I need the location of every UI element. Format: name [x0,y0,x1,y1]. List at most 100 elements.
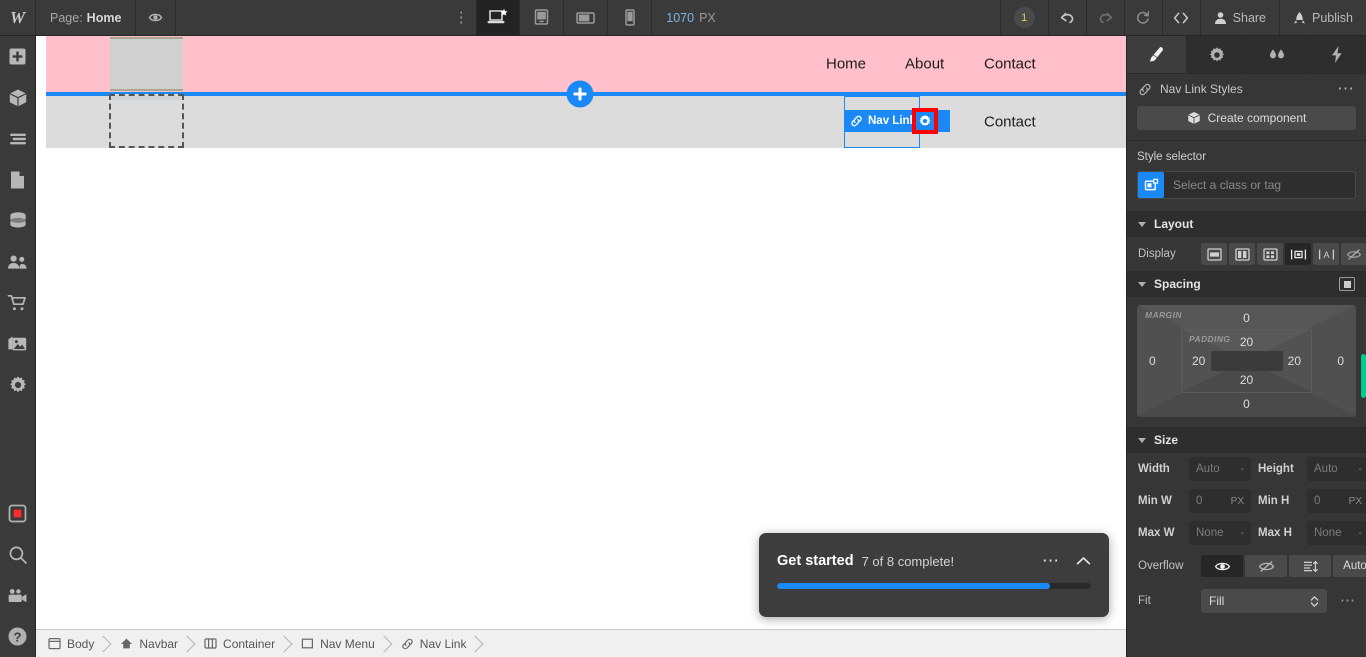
create-component-button[interactable]: Create component [1137,106,1356,130]
mobile-landscape-icon [575,8,596,27]
sidebar-item-settings[interactable] [0,364,36,405]
sidebar-item-cms[interactable] [0,200,36,241]
overflow-hidden-button[interactable] [1245,555,1287,577]
min-width-unit: PX [1230,495,1244,507]
width-input[interactable]: Auto - [1189,457,1251,481]
min-width-label: Min W [1138,495,1172,507]
page-indicator[interactable]: Page: Home [36,0,137,35]
min-height-value: 0 [1314,495,1321,507]
refresh-button[interactable] [1123,0,1162,35]
breakpoint-tablet[interactable] [520,0,565,35]
preview-toggle[interactable] [136,0,177,35]
sidebar-item-record[interactable] [0,493,36,534]
undo-button[interactable] [1047,0,1086,35]
breadcrumb-label-navbar: Navbar [139,636,179,651]
canvas-width-indicator[interactable]: 1070 PX [652,0,730,35]
layers-lines-icon [8,132,28,146]
notification-badge-wrap[interactable]: 1 [999,0,1048,35]
brand-placeholder-dashed[interactable] [109,94,184,148]
display-label: Display [1138,248,1176,260]
breakpoint-mobile-portrait[interactable] [608,0,653,35]
share-button[interactable]: Share [1199,0,1279,35]
webflow-logo[interactable]: W [0,0,36,35]
nav-link-home-top[interactable]: Home [826,56,866,73]
margin-bottom-value[interactable]: 0 [1243,397,1250,411]
sidebar-item-video-tutorials[interactable] [0,575,36,616]
display-inline-block-button[interactable] [1285,243,1311,265]
min-height-unit: PX [1348,495,1362,507]
overflow-scroll-button[interactable] [1289,555,1331,577]
code-export-button[interactable] [1161,0,1200,35]
add-element-button[interactable] [566,80,594,108]
padding-left-value[interactable]: 20 [1192,354,1205,368]
toolbar-right-spacer [730,0,1000,35]
webflow-designer: W Page: Home ⋮ 1070 PX 1 Share Publish ?… [0,0,1366,657]
record-square-icon [8,504,27,523]
overflow-visible-button[interactable] [1201,555,1243,577]
height-input[interactable]: Auto - [1307,457,1366,481]
overflow-auto-button[interactable]: Auto [1333,555,1366,577]
breadcrumb-item-navbar[interactable]: Navbar [108,630,192,657]
min-height-label: Min H [1258,495,1290,507]
sidebar-item-pages[interactable] [0,159,36,200]
display-inline-button[interactable]: A [1313,243,1339,265]
page-prefix-label: Page: [50,10,83,25]
sidebar-item-components[interactable] [0,77,36,118]
breadcrumb-item-nav-menu[interactable]: Nav Menu [289,630,389,657]
margin-top-value[interactable]: 0 [1243,311,1250,325]
chevron-up-icon[interactable] [1076,556,1091,566]
nav-link-about-top[interactable]: About [905,56,944,73]
tab-interactions[interactable] [1307,36,1366,73]
selection-settings-button[interactable] [916,112,934,130]
display-block-button[interactable] [1201,243,1227,265]
style-selector-input[interactable]: Select a class or tag [1137,171,1356,199]
breadcrumb-item-body[interactable]: Body [36,630,108,657]
padding-right-value[interactable]: 20 [1288,354,1301,368]
min-width-value: 0 [1196,495,1203,507]
nav-link-contact-top[interactable]: Contact [984,56,1036,73]
ellipsis-icon[interactable]: ⋯ [1336,593,1355,608]
ellipsis-icon[interactable]: ⋯ [1042,552,1060,569]
sidebar-item-navigator[interactable] [0,118,36,159]
max-height-input[interactable]: None - [1307,521,1366,545]
sidebar-item-help[interactable]: ? [0,616,36,657]
margin-right-value[interactable]: 0 [1337,354,1344,368]
tab-style-manager[interactable] [1247,36,1307,73]
display-flex-button[interactable] [1229,243,1255,265]
tab-settings[interactable] [1187,36,1247,73]
breadcrumb-item-nav-link[interactable]: Nav Link [389,630,481,657]
margin-left-value[interactable]: 0 [1149,354,1156,368]
panel-scrollbar[interactable] [1361,354,1366,398]
display-grid-button[interactable] [1257,243,1283,265]
sidebar-item-ecommerce[interactable] [0,282,36,323]
display-none-button[interactable] [1341,243,1366,265]
section-header-spacing[interactable]: Spacing [1127,271,1366,297]
max-width-input[interactable]: None - [1189,521,1251,545]
breadcrumb-item-container[interactable]: Container [192,630,289,657]
breakpoint-desktop-base[interactable] [476,0,521,35]
ellipsis-icon[interactable]: ⋯ [1337,80,1355,97]
min-height-input[interactable]: 0 PX [1307,489,1366,513]
sidebar-item-add-elements[interactable] [0,36,36,77]
padding-top-value[interactable]: 20 [1240,335,1253,349]
sidebar-item-assets[interactable] [0,323,36,364]
fit-select[interactable]: Fill [1201,589,1327,613]
redo-button[interactable] [1085,0,1124,35]
max-width-height-row: Max W None - Max H None - [1127,517,1366,549]
kebab-menu-icon[interactable]: ⋮ [446,0,476,35]
margin-label: MARGIN [1145,310,1182,320]
min-width-input[interactable]: 0 PX [1189,489,1251,513]
breadcrumb-label-body: Body [67,636,95,651]
gear-icon [918,114,932,128]
nav-link-contact-bottom[interactable]: Contact [984,114,1036,131]
publish-button[interactable]: Publish [1279,0,1366,35]
tab-style[interactable] [1127,36,1187,73]
padding-bottom-value[interactable]: 20 [1240,373,1253,387]
breakpoint-mobile-landscape[interactable] [564,0,609,35]
section-header-size[interactable]: Size [1127,427,1366,453]
section-header-layout[interactable]: Layout [1127,211,1366,237]
spacing-mode-icon[interactable] [1339,277,1355,291]
get-started-card[interactable]: Get started 7 of 8 complete! ⋯ [759,533,1109,617]
sidebar-item-users[interactable] [0,241,36,282]
sidebar-item-search[interactable] [0,534,36,575]
